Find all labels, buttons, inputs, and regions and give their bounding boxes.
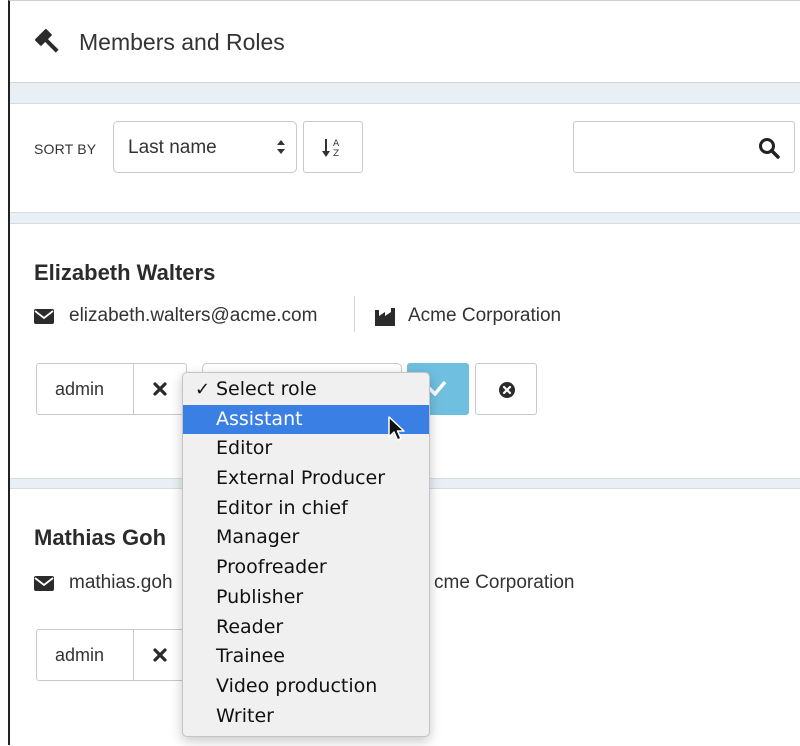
role-chip-label: admin: [55, 379, 105, 399]
envelope-icon: [34, 576, 54, 591]
role-chip: admin: [36, 363, 134, 415]
role-option[interactable]: Trainee: [183, 642, 429, 672]
search-icon[interactable]: [758, 137, 780, 159]
member-name: Elizabeth Walters: [34, 260, 216, 285]
member-company: cme Corporation: [434, 572, 575, 593]
panel-header: Members and Roles: [10, 1, 800, 83]
role-option[interactable]: Video production: [183, 672, 429, 702]
search-input[interactable]: [573, 121, 795, 173]
member-name: Mathias Goh: [34, 525, 167, 550]
role-option[interactable]: Manager: [183, 523, 429, 553]
checkmark-icon: [427, 380, 447, 396]
role-option[interactable]: Proofreader: [183, 553, 429, 583]
page-title: Members and Roles: [79, 29, 285, 55]
close-icon: [153, 382, 167, 396]
envelope-icon: [34, 309, 54, 324]
cancel-role-button[interactable]: [475, 363, 537, 415]
contact-divider: [354, 296, 355, 332]
role-chip-label: admin: [55, 645, 105, 665]
sort-toolbar: SORT BY Last name A Z: [10, 104, 800, 212]
select-arrows-icon: [277, 140, 285, 154]
close-circle-icon: [499, 382, 515, 398]
divider-band: [10, 212, 800, 224]
sort-field-value: Last name: [128, 137, 217, 158]
gavel-icon: [34, 28, 59, 53]
remove-role-button[interactable]: [133, 363, 187, 415]
svg-text:Z: Z: [333, 149, 339, 159]
remove-role-button[interactable]: [133, 629, 187, 681]
role-option[interactable]: Writer: [183, 702, 429, 732]
sort-field-select[interactable]: Last name: [113, 121, 297, 173]
role-chip: admin: [36, 629, 134, 681]
divider-band: [10, 83, 800, 104]
member-company: Acme Corporation: [408, 305, 562, 326]
role-option[interactable]: Editor in chief: [183, 494, 429, 524]
checkmark-icon: ✓: [195, 379, 211, 400]
member-email: mathias.goh: [69, 572, 173, 593]
svg-text:A: A: [333, 139, 340, 149]
close-icon: [153, 648, 167, 662]
role-option[interactable]: External Producer: [183, 464, 429, 494]
sort-direction-button[interactable]: A Z: [303, 121, 363, 173]
sort-alpha-asc-icon: A Z: [322, 139, 340, 159]
role-option[interactable]: ✓ Select role: [183, 375, 429, 405]
member-email: elizabeth.walters@acme.com: [69, 305, 318, 326]
factory-icon: [375, 308, 395, 326]
role-option[interactable]: Publisher: [183, 583, 429, 613]
role-option[interactable]: Reader: [183, 613, 429, 643]
mouse-cursor-icon: [388, 416, 405, 441]
sort-by-label: SORT BY: [34, 141, 97, 157]
